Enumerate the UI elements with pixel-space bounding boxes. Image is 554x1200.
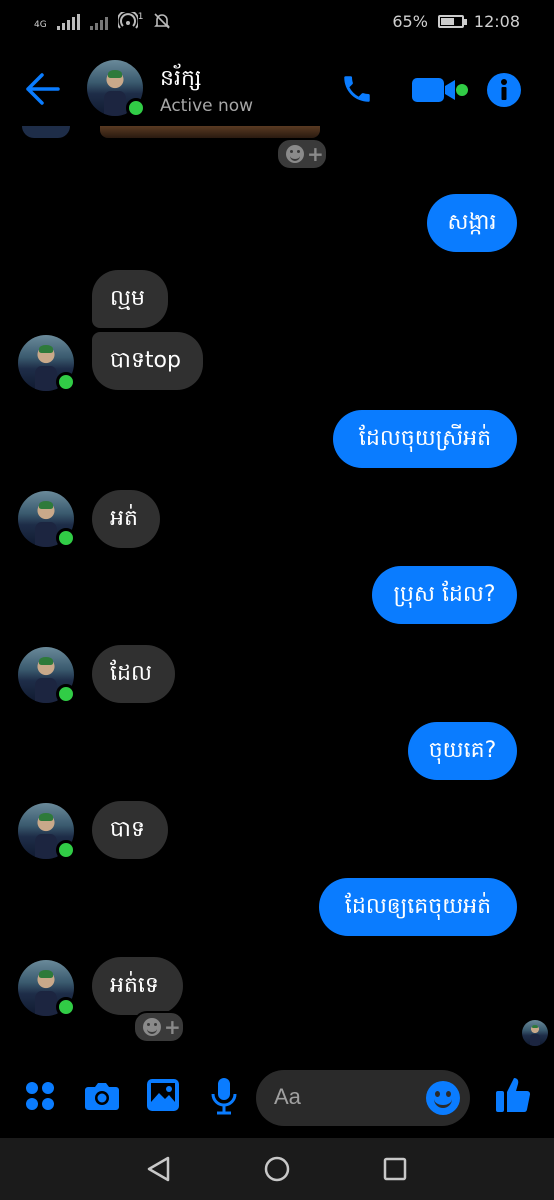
hotspot-icon <box>117 12 138 29</box>
contact-name[interactable]: នរ័ក្ស <box>160 64 201 96</box>
chat-header: នរ័ក្ស Active now <box>0 52 554 126</box>
online-indicator <box>126 98 146 118</box>
video-camera-icon[interactable] <box>412 76 470 104</box>
message-incoming[interactable]: អត់ទេ <box>92 957 183 1015</box>
battery-icon <box>437 15 467 28</box>
message-input[interactable]: Aa <box>256 1070 470 1126</box>
back-arrow-icon[interactable] <box>24 72 60 106</box>
message-outgoing[interactable]: ដែលចុយស្រីអត់ <box>333 410 517 468</box>
shared-image-partial[interactable] <box>100 126 320 138</box>
system-navigation-bar <box>0 1138 554 1200</box>
gallery-icon[interactable] <box>146 1078 180 1112</box>
battery-percent: 65% <box>392 12 428 31</box>
emoji-icon[interactable] <box>426 1081 460 1115</box>
online-indicator <box>56 997 76 1017</box>
info-icon[interactable] <box>486 72 522 108</box>
status-bar: 4G 1 65% 12:08 <box>0 0 554 44</box>
message-incoming[interactable]: អត់ <box>92 490 160 548</box>
message-outgoing[interactable]: ប្រុស ដែល? <box>372 566 517 624</box>
signal-icon <box>56 14 80 30</box>
menu-dots-icon[interactable] <box>24 1080 56 1112</box>
message-incoming[interactable]: បាទtop <box>92 332 203 390</box>
contact-status: Active now <box>160 96 254 116</box>
clock: 12:08 <box>473 12 520 31</box>
microphone-icon[interactable] <box>210 1076 238 1116</box>
nav-recents-icon[interactable] <box>383 1157 407 1181</box>
thumbs-up-icon[interactable] <box>494 1074 532 1114</box>
mute-bell-icon <box>154 13 171 29</box>
network-type: 4G <box>34 20 47 30</box>
message-incoming[interactable]: ដែល <box>92 645 175 703</box>
read-receipt-avatar <box>522 1020 548 1046</box>
message-incoming[interactable]: បាទ <box>92 801 168 859</box>
nav-home-icon[interactable] <box>264 1156 290 1182</box>
contact-avatar <box>22 126 70 138</box>
online-indicator <box>56 372 76 392</box>
online-indicator <box>56 840 76 860</box>
add-reaction-button[interactable]: + <box>276 138 328 170</box>
message-outgoing[interactable]: ចុយគេ? <box>408 722 517 780</box>
message-composer: Aa <box>0 1060 554 1136</box>
add-reaction-button[interactable]: + <box>133 1011 185 1043</box>
nav-back-icon[interactable] <box>146 1156 172 1182</box>
emoji-icon <box>143 1018 161 1036</box>
camera-icon[interactable] <box>84 1080 120 1112</box>
online-indicator <box>56 684 76 704</box>
message-input-placeholder: Aa <box>274 1084 301 1109</box>
phone-icon[interactable] <box>340 72 374 106</box>
online-indicator <box>56 528 76 548</box>
message-outgoing[interactable]: សង្ការ <box>427 194 517 252</box>
emoji-icon <box>286 145 304 163</box>
message-outgoing[interactable]: ដែលឲ្យគេចុយអត់ <box>319 878 517 936</box>
message-incoming[interactable]: ល្មម <box>92 270 168 328</box>
signal-secondary-icon <box>89 14 108 30</box>
hotspot-badge: 1 <box>137 12 144 22</box>
